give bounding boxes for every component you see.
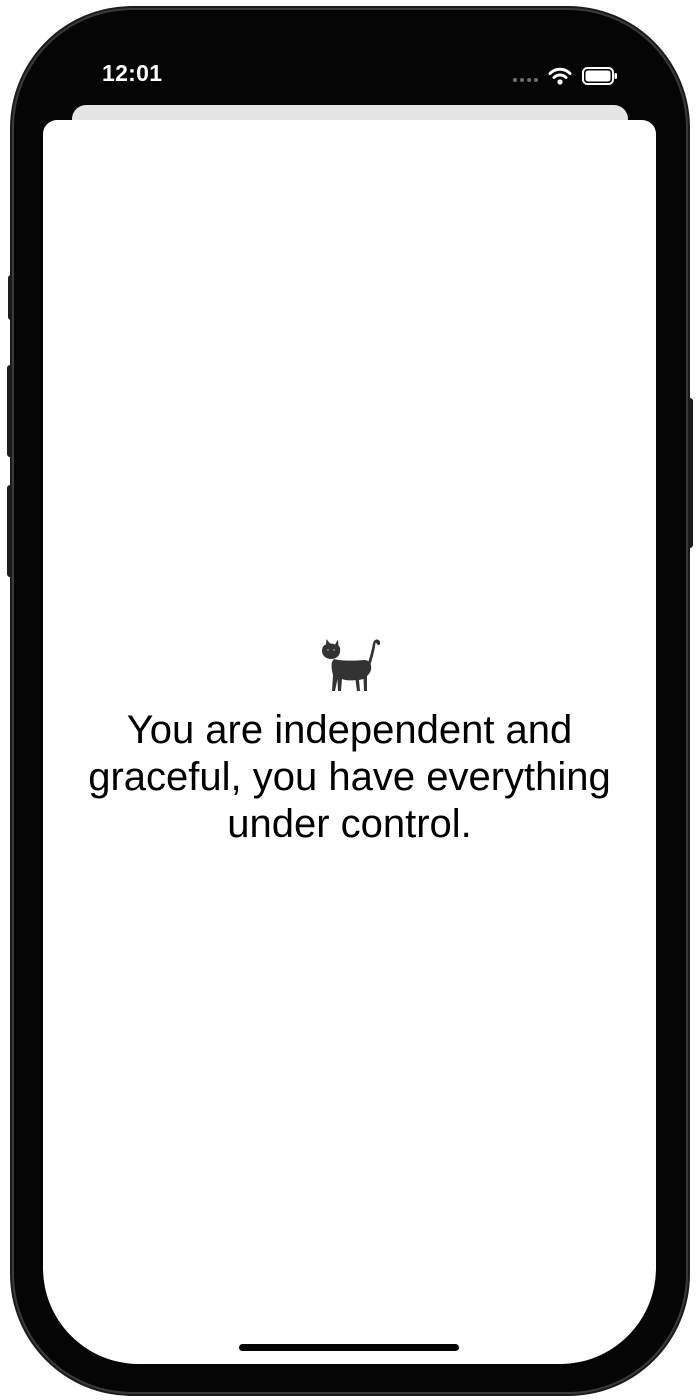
wifi-icon	[548, 67, 572, 85]
modal-sheet: You are independent and graceful, you ha…	[43, 120, 656, 1364]
status-icons	[513, 64, 618, 88]
status-bar: 12:01	[14, 10, 686, 110]
battery-icon	[582, 67, 617, 85]
cat-icon	[321, 639, 380, 691]
simulator-stage: 12:01 You are independent and graceful, …	[0, 0, 700, 1400]
personality-message: You are independent and graceful, you ha…	[88, 708, 611, 846]
result-content: You are independent and graceful, you ha…	[43, 635, 656, 848]
home-indicator[interactable]	[239, 1344, 459, 1351]
status-time: 12:01	[102, 60, 163, 86]
cellular-signal-icon	[513, 70, 538, 82]
device-frame: 12:01 You are independent and graceful, …	[14, 10, 686, 1392]
